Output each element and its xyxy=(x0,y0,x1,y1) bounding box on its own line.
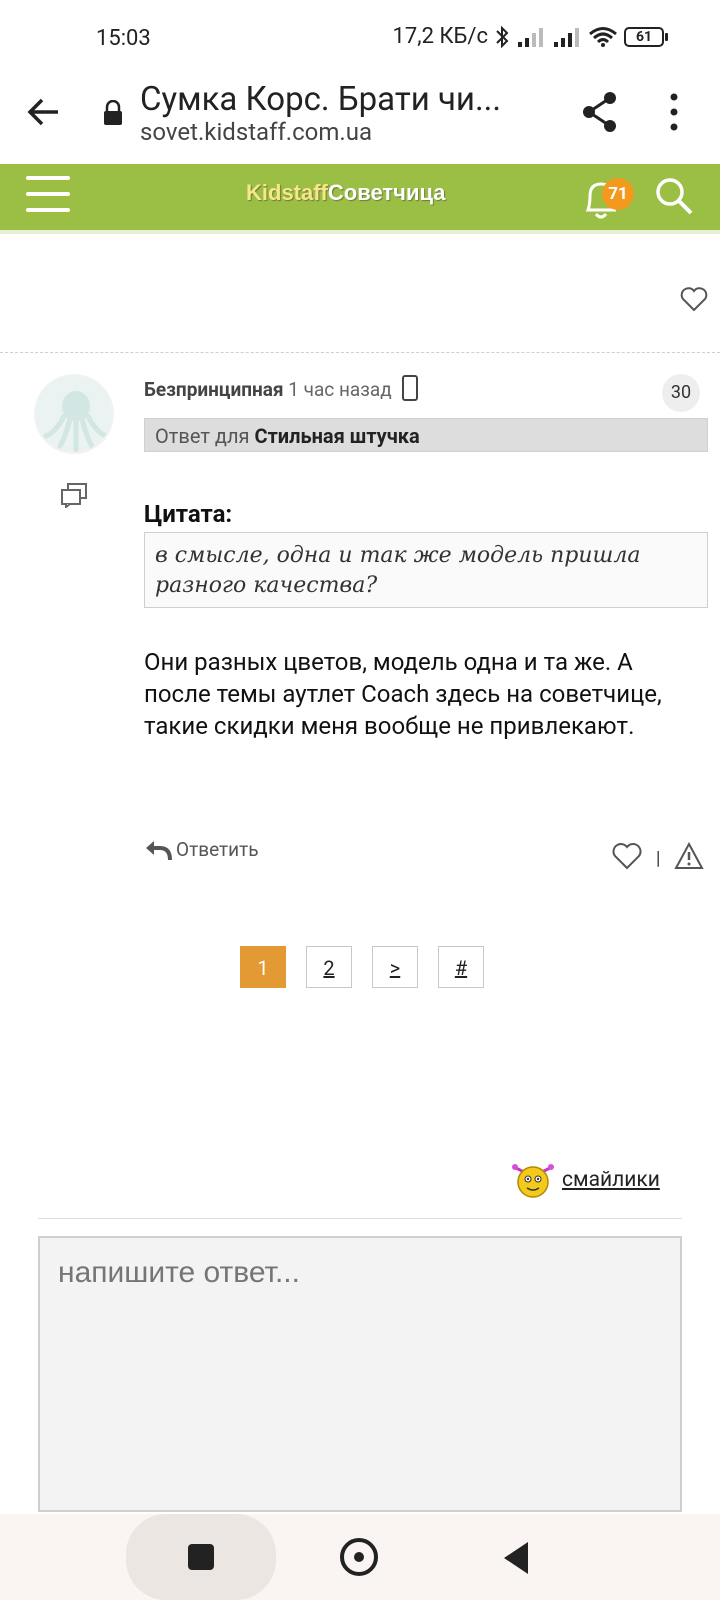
page-button-2[interactable]: 2 xyxy=(306,946,352,988)
status-bar: 15:03 17,2 КБ/с 61 xyxy=(0,0,720,80)
reply-to-prefix: Ответ для xyxy=(155,424,250,448)
smiley-icon xyxy=(512,1164,554,1198)
site-logo[interactable]: KidstaffСоветчица xyxy=(246,180,446,206)
logo-sovetchica: Советчица xyxy=(327,180,446,205)
post-meta: Безпринципная 1 час назад xyxy=(144,375,419,404)
page-button-1[interactable]: 1 xyxy=(240,946,286,988)
reply-input[interactable] xyxy=(38,1236,682,1512)
page-domain[interactable]: sovet.kidstaff.com.ua xyxy=(140,118,372,146)
reply-arrow-icon xyxy=(146,840,172,860)
nav-back-icon[interactable] xyxy=(504,1542,528,1574)
page-title[interactable]: Сумка Корс. Брати чи... xyxy=(140,80,540,119)
back-arrow-icon[interactable] xyxy=(24,92,64,132)
smileys-link[interactable]: смайлики xyxy=(510,1160,660,1200)
site-header: KidstaffСоветчица 71 xyxy=(0,164,720,234)
quote-text: в смысле, одна и так же модель пришла ра… xyxy=(144,532,708,608)
smileys-label[interactable]: смайлики xyxy=(562,1168,660,1192)
post-author[interactable]: Безпринципная xyxy=(144,378,284,401)
recents-icon[interactable] xyxy=(188,1544,214,1570)
browser-toolbar: Сумка Корс. Брати чи... sovet.kidstaff.c… xyxy=(0,80,720,164)
network-speed: 17,2 КБ/с xyxy=(392,24,488,49)
avatar[interactable] xyxy=(34,374,114,454)
search-icon[interactable] xyxy=(654,176,694,216)
like-heart-icon[interactable] xyxy=(612,842,642,870)
lock-icon xyxy=(104,100,122,125)
page-last-button[interactable]: # xyxy=(438,946,484,988)
hamburger-menu-icon[interactable] xyxy=(26,176,70,216)
wifi-icon xyxy=(589,26,617,47)
reply-label: Ответить xyxy=(176,838,259,861)
status-indicators: 17,2 КБ/с 61 xyxy=(393,24,668,49)
share-icon[interactable] xyxy=(580,90,620,134)
warning-icon[interactable] xyxy=(674,842,704,870)
pagination: 1 2 > # xyxy=(240,946,484,988)
signal-icon-2 xyxy=(554,27,579,47)
post-divider xyxy=(0,352,720,353)
reply-to-bar[interactable]: Ответ для Стильная штучка xyxy=(144,418,708,452)
comments-icon[interactable] xyxy=(60,482,88,508)
reply-button[interactable]: Ответить xyxy=(144,838,259,861)
mobile-phone-icon xyxy=(402,375,419,401)
post-time: 1 час назад xyxy=(288,378,392,402)
reply-to-name[interactable]: Стильная штучка xyxy=(254,424,419,448)
composer-divider xyxy=(38,1218,682,1219)
bluetooth-icon xyxy=(496,25,509,48)
more-vert-icon[interactable] xyxy=(664,92,684,132)
system-nav-bar xyxy=(0,1514,720,1600)
battery-icon: 61 xyxy=(624,26,668,47)
logo-kidstaff: Kidstaff xyxy=(246,180,328,205)
heart-icon[interactable] xyxy=(680,286,708,312)
post-body: Они разных цветов, модель одна и та же. … xyxy=(144,648,662,740)
quote-title: Цитата: xyxy=(144,500,233,528)
page-next-button[interactable]: > xyxy=(372,946,418,988)
status-time: 15:03 xyxy=(96,26,151,51)
post-number-badge[interactable]: 30 xyxy=(662,374,700,412)
battery-level: 61 xyxy=(624,26,664,47)
action-separator: | xyxy=(656,848,661,869)
notification-badge: 71 xyxy=(602,178,634,210)
octopus-avatar-icon xyxy=(43,391,109,452)
signal-icon xyxy=(518,27,543,47)
home-icon[interactable] xyxy=(340,1538,378,1576)
